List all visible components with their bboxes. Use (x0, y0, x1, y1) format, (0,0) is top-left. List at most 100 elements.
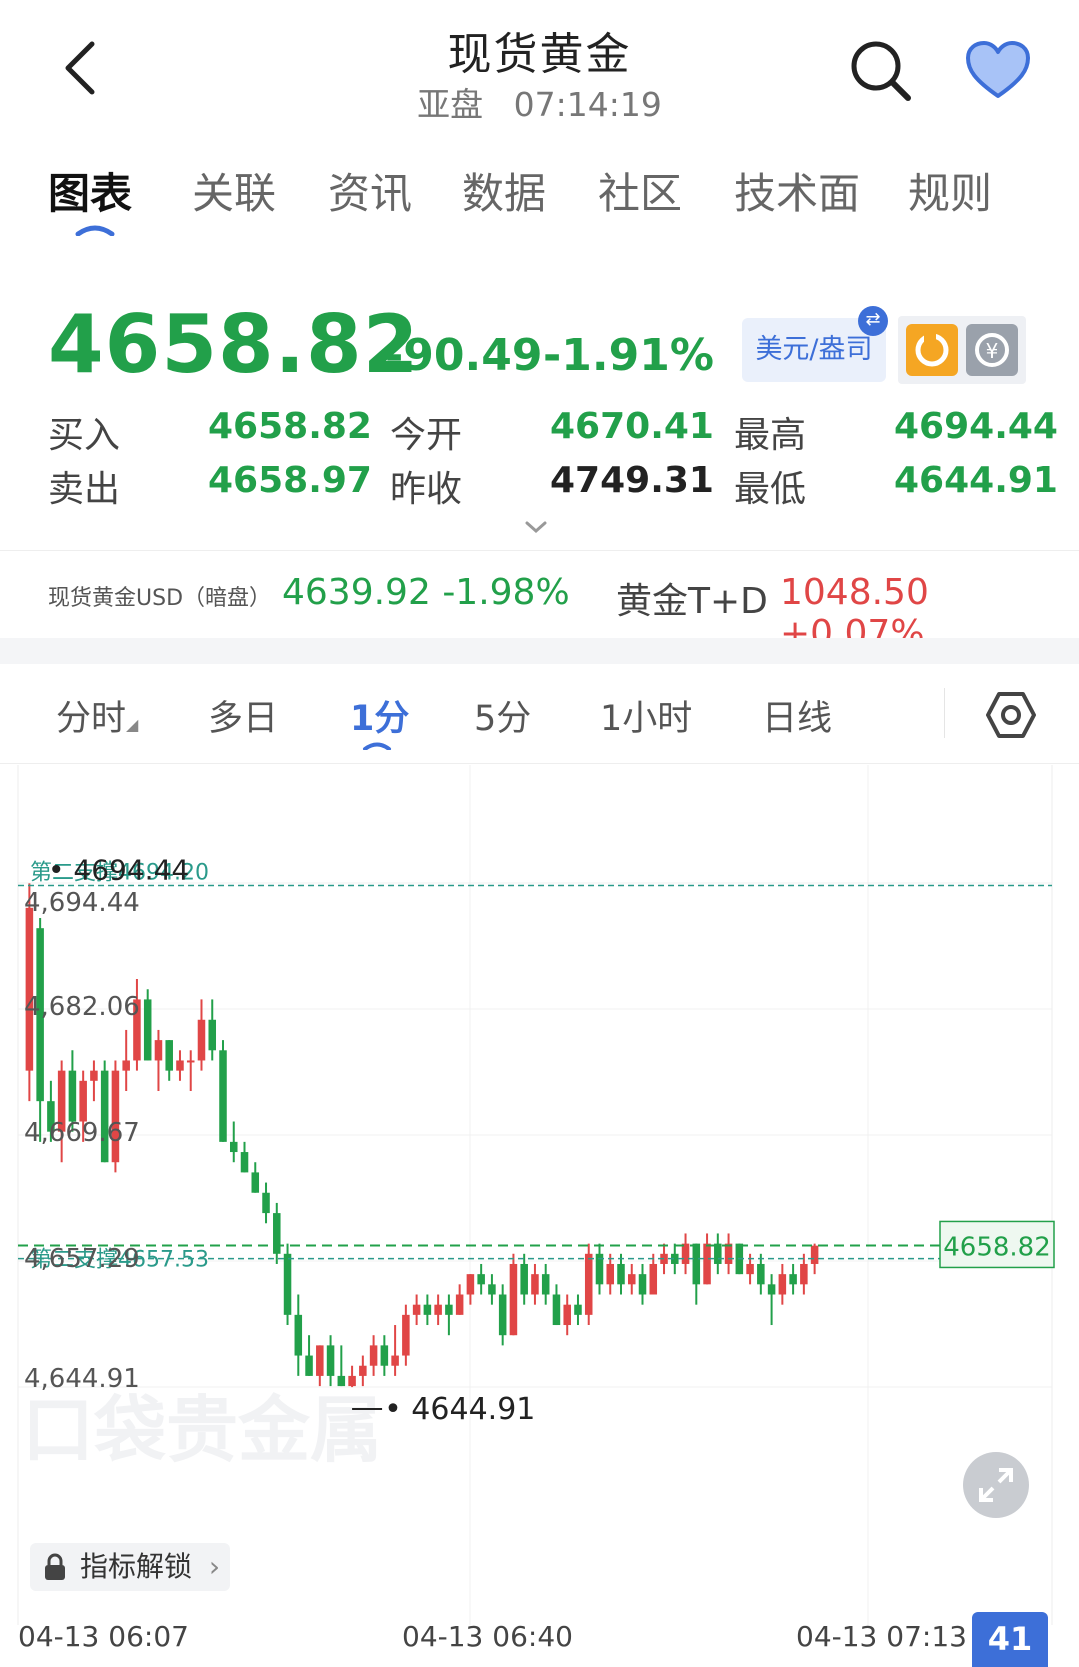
tab-data[interactable]: 数据 (462, 160, 546, 221)
candle-body (800, 1263, 808, 1285)
candle-body (380, 1345, 389, 1366)
period-daily[interactable]: 日线 (762, 690, 832, 741)
period-divider (944, 688, 945, 738)
svg-text:¥: ¥ (986, 339, 999, 363)
settings-hexagon-icon[interactable] (986, 690, 1036, 740)
candle-body (552, 1294, 561, 1326)
search-icon[interactable] (848, 38, 914, 104)
period-intraday[interactable]: 分时◢ (56, 690, 138, 741)
chart-grid (17, 765, 1053, 1625)
candle-body (714, 1243, 722, 1264)
candle-body (25, 907, 34, 1071)
candle-body (68, 1070, 77, 1122)
candle-body (412, 1304, 421, 1315)
chevron-right-icon: › (208, 1550, 221, 1583)
candle-body (574, 1304, 582, 1315)
candle-body (143, 999, 152, 1061)
low-marker: • 4644.91 (384, 1392, 535, 1427)
tab-community[interactable]: 社区 (598, 160, 682, 221)
dark-market-label: 现货黄金USD（暗盘） (48, 586, 272, 611)
candle-body (692, 1243, 701, 1285)
tab-related[interactable]: 关联 (192, 160, 276, 221)
tab-technical[interactable]: 技术面 (734, 160, 860, 221)
candle-body (219, 1050, 227, 1142)
period-intraday-label: 分时 (56, 699, 127, 739)
currency-icon: ¥ (966, 324, 1018, 376)
candle-body (111, 1070, 120, 1163)
clock: 07:14:19 (513, 85, 662, 124)
period-5min[interactable]: 5分 (474, 690, 531, 741)
divider (0, 550, 1079, 551)
refresh-box[interactable] (898, 316, 966, 384)
open-label: 今开 (390, 415, 463, 456)
period-1hour[interactable]: 1小时 (600, 690, 692, 741)
high-value: 4694.44 (894, 406, 1058, 447)
open-value: 4670.41 (550, 406, 714, 447)
candle-body (606, 1263, 615, 1285)
candle-body (703, 1243, 711, 1285)
y-tick-2: 4,669.67 (24, 1118, 140, 1148)
active-tab-indicator (75, 225, 115, 236)
candle-body (283, 1253, 292, 1315)
y-tick-1: 4,682.06 (24, 992, 140, 1022)
candle-body (584, 1253, 593, 1315)
session-time: 亚盘 07:14:19 (0, 78, 1079, 126)
prev-close-label: 昨收 (390, 469, 463, 510)
currency-box[interactable]: ¥ (958, 316, 1026, 384)
related-quotes: 现货黄金USD（暗盘） 4639.92 -1.98% 黄金T+D 1048.50… (0, 552, 1079, 654)
tab-news[interactable]: 资讯 (328, 160, 412, 221)
candle-body (154, 1040, 163, 1061)
active-period-indicator (363, 742, 391, 750)
candle-body (638, 1274, 647, 1295)
candle-body (251, 1172, 260, 1193)
current-price-tag: 4658.82 (943, 1232, 1051, 1262)
session-label: 亚盘 (417, 85, 484, 124)
period-1min[interactable]: 1分 (350, 690, 409, 741)
tab-chart[interactable]: 图表 (48, 160, 132, 221)
candle-body (778, 1274, 787, 1295)
candle-body (445, 1304, 453, 1315)
swap-icon: ⇄ (858, 306, 888, 336)
last-price: 4658.82 (48, 298, 420, 391)
unlock-label: 指标解锁 (80, 1550, 193, 1583)
period-multiday[interactable]: 多日 (208, 690, 278, 741)
candle-body (122, 1060, 130, 1071)
low-value: 4644.91 (894, 460, 1058, 501)
candle-body (477, 1274, 485, 1285)
candle-body (563, 1304, 571, 1326)
candle-body (423, 1304, 432, 1315)
candle-body (627, 1274, 636, 1285)
candle-body (810, 1245, 819, 1264)
expand-chevron-icon[interactable] (524, 520, 548, 534)
tab-rules[interactable]: 规则 (908, 160, 992, 221)
high-label: 最高 (734, 415, 807, 456)
bid-label: 买入 (48, 415, 121, 456)
candle-body (273, 1213, 281, 1254)
candle-body (541, 1274, 550, 1295)
candle-body (391, 1355, 399, 1366)
candle-body (79, 1080, 87, 1122)
candle-body (789, 1274, 797, 1285)
indicator-unlock-button[interactable]: 指标解锁 › (30, 1543, 230, 1591)
candle-body (402, 1314, 410, 1356)
candle-body (90, 1070, 98, 1081)
dark-market-value[interactable]: 4639.92 -1.98% (282, 572, 570, 613)
low-label: 最低 (734, 469, 807, 510)
favorite-heart-icon[interactable] (965, 40, 1031, 100)
bid-value: 4658.82 (208, 406, 372, 447)
y-tick-0: 4,694.44 (24, 888, 140, 918)
ask-label: 卖出 (48, 469, 121, 510)
candle-body (240, 1152, 249, 1173)
prev-close-value: 4749.31 (550, 460, 714, 501)
candlestick-chart[interactable]: 口袋贵金属 第二支撑4694.20 • 4694.44 第二支撑4657.53 4,6… (0, 765, 1079, 1667)
candle-body (262, 1192, 270, 1214)
candle-body (337, 1375, 346, 1387)
candle-body (326, 1345, 335, 1376)
candle-body (531, 1274, 539, 1295)
high-marker: • 4694.44 (48, 853, 189, 886)
candle-body (229, 1141, 238, 1153)
fullscreen-button[interactable] (963, 1452, 1029, 1518)
chart-canvas: 口袋贵金属 第二支撑4694.20• 4694.44第二支撑4657.534,6… (17, 765, 1055, 1625)
candle-body (369, 1345, 378, 1366)
x-tick-2: 04-13 07:13 (796, 1620, 967, 1653)
